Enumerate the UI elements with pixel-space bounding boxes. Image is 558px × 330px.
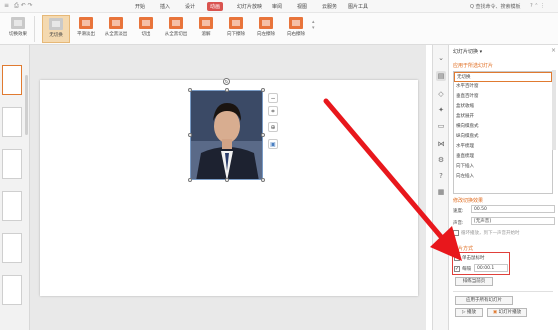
menu-design[interactable]: 设计	[185, 3, 195, 10]
play-button[interactable]: ▷ 播放	[455, 308, 483, 317]
resize-handle[interactable]	[261, 178, 265, 182]
cut-black-icon	[169, 17, 183, 29]
portrait-photo[interactable]	[190, 90, 263, 180]
menu-review[interactable]: 审阅	[272, 3, 282, 10]
search-command[interactable]: Q 查找命令、搜索模板	[470, 3, 521, 10]
transition-cut[interactable]: 切出	[132, 15, 160, 43]
window-controls[interactable]: ? ⌃ ⋮	[530, 3, 545, 9]
menu-bar: ≡ ⎙ ↶ ↷ 开始 插入 设计 动画 幻灯片放映 审阅 视图 云服务 图片工具…	[0, 0, 558, 13]
apply-all-button[interactable]: 应用于所有幻灯片	[455, 296, 513, 305]
resize-handle[interactable]	[188, 88, 192, 92]
slideshow-button[interactable]: ▣ 幻灯片播放	[487, 308, 527, 317]
thumbnail-scrollbar[interactable]	[25, 75, 28, 135]
transition-fade-black[interactable]: 从全黑淡出	[102, 15, 130, 43]
slide-thumbnail[interactable]	[2, 233, 22, 263]
menu-view[interactable]: 视图	[297, 3, 307, 10]
cut-icon	[139, 17, 153, 29]
ribbon-scroll-icon[interactable]: ▴ ▾	[312, 19, 318, 39]
arrow-down-icon[interactable]: ⌄	[436, 53, 446, 63]
wipe-down-icon	[229, 17, 243, 29]
resize-handle[interactable]	[261, 88, 265, 92]
transition-icon	[11, 17, 25, 29]
ribbon: 切换效果 无切换 平滑淡出 从全黑淡出 切出 从全黑切出 溶解 向下擦除 向左擦…	[0, 13, 558, 45]
slide-thumbnail[interactable]	[2, 149, 22, 179]
resize-handle[interactable]	[225, 178, 229, 182]
fade-icon	[79, 17, 93, 29]
rotate-handle[interactable]: ↻	[223, 78, 230, 85]
crop-icon[interactable]: ⌗	[268, 106, 278, 116]
speed-field[interactable]: 00.50	[471, 205, 555, 213]
app-menu-icon[interactable]: ≡	[4, 2, 9, 9]
minus-icon[interactable]: −	[268, 93, 278, 103]
slide-thumbnail[interactable]	[2, 275, 22, 305]
none-icon	[49, 18, 63, 30]
resize-handle[interactable]	[188, 178, 192, 182]
pane-scrollbar[interactable]	[552, 70, 556, 150]
list-item[interactable]: 水平百叶窗	[454, 82, 552, 92]
quick-access-icons[interactable]: ⎙ ↶ ↷	[14, 2, 33, 10]
slide-thumbnail[interactable]	[2, 65, 22, 95]
thumbnail-pane	[0, 45, 30, 330]
transition-effect-button[interactable]: 切换效果	[4, 15, 32, 43]
fade-black-icon	[109, 17, 123, 29]
transition-panel-icon[interactable]: ▤	[436, 71, 446, 81]
pane-title: 幻灯片切换 ▾	[453, 49, 483, 55]
menu-home[interactable]: 开始	[135, 3, 145, 10]
zoom-icon[interactable]: ⊕	[268, 122, 278, 132]
resize-handle[interactable]	[188, 133, 192, 137]
wipe-left-icon	[259, 17, 273, 29]
red-arrow-annotation	[323, 98, 462, 261]
menu-slideshow[interactable]: 幻灯片放映	[237, 3, 262, 10]
dissolve-icon	[199, 17, 213, 29]
apply-section-title: 应用于所选幻灯片	[453, 63, 494, 69]
wipe-right-icon	[289, 17, 303, 29]
divider	[453, 291, 553, 292]
divider	[34, 16, 35, 42]
transition-none[interactable]: 无切换	[42, 15, 70, 43]
menu-animation[interactable]: 动画	[207, 2, 224, 11]
rehearse-button[interactable]: 排练当前页	[455, 277, 493, 286]
transition-wipe-right[interactable]: 向右擦除	[282, 15, 310, 43]
resize-handle[interactable]	[225, 88, 229, 92]
slide-thumbnail[interactable]	[2, 107, 22, 137]
transition-cut-black[interactable]: 从全黑切出	[162, 15, 190, 43]
slide-thumbnail[interactable]	[2, 191, 22, 221]
sound-select[interactable]: [无声音]	[471, 217, 555, 225]
list-item[interactable]: 无切换	[454, 72, 552, 82]
close-icon[interactable]: ×	[551, 47, 556, 54]
portrait-image	[191, 91, 262, 179]
transition-fade[interactable]: 平滑淡出	[72, 15, 100, 43]
menu-cloud[interactable]: 云服务	[322, 3, 337, 10]
menu-insert[interactable]: 插入	[160, 3, 170, 10]
resize-handle[interactable]	[261, 133, 265, 137]
menu-picture-tools[interactable]: 图片工具	[348, 3, 368, 10]
transition-wipe-left[interactable]: 向左擦除	[252, 15, 280, 43]
image-icon[interactable]: ▣	[268, 139, 278, 149]
transition-wipe-down[interactable]: 向下擦除	[222, 15, 250, 43]
transition-dissolve[interactable]: 溶解	[192, 15, 220, 43]
